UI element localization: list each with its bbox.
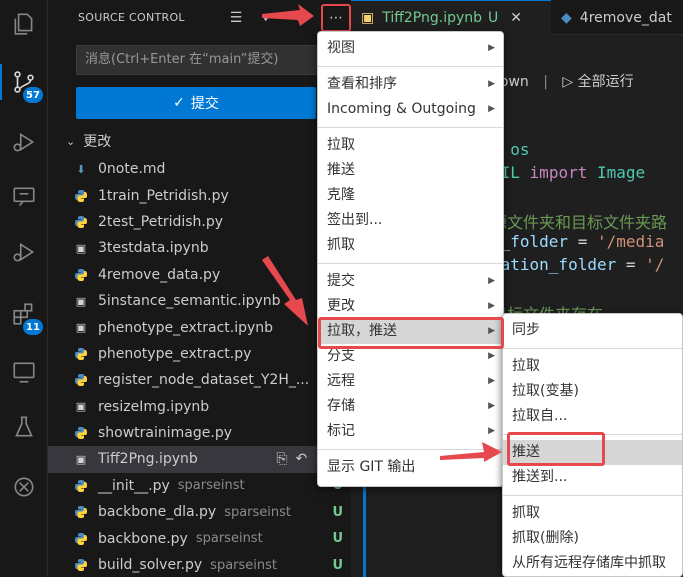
annotation-arrows xyxy=(262,4,502,462)
arrow-to-pull-push xyxy=(262,256,308,326)
arrow-to-push xyxy=(440,442,502,462)
arrow-to-more xyxy=(262,4,314,26)
